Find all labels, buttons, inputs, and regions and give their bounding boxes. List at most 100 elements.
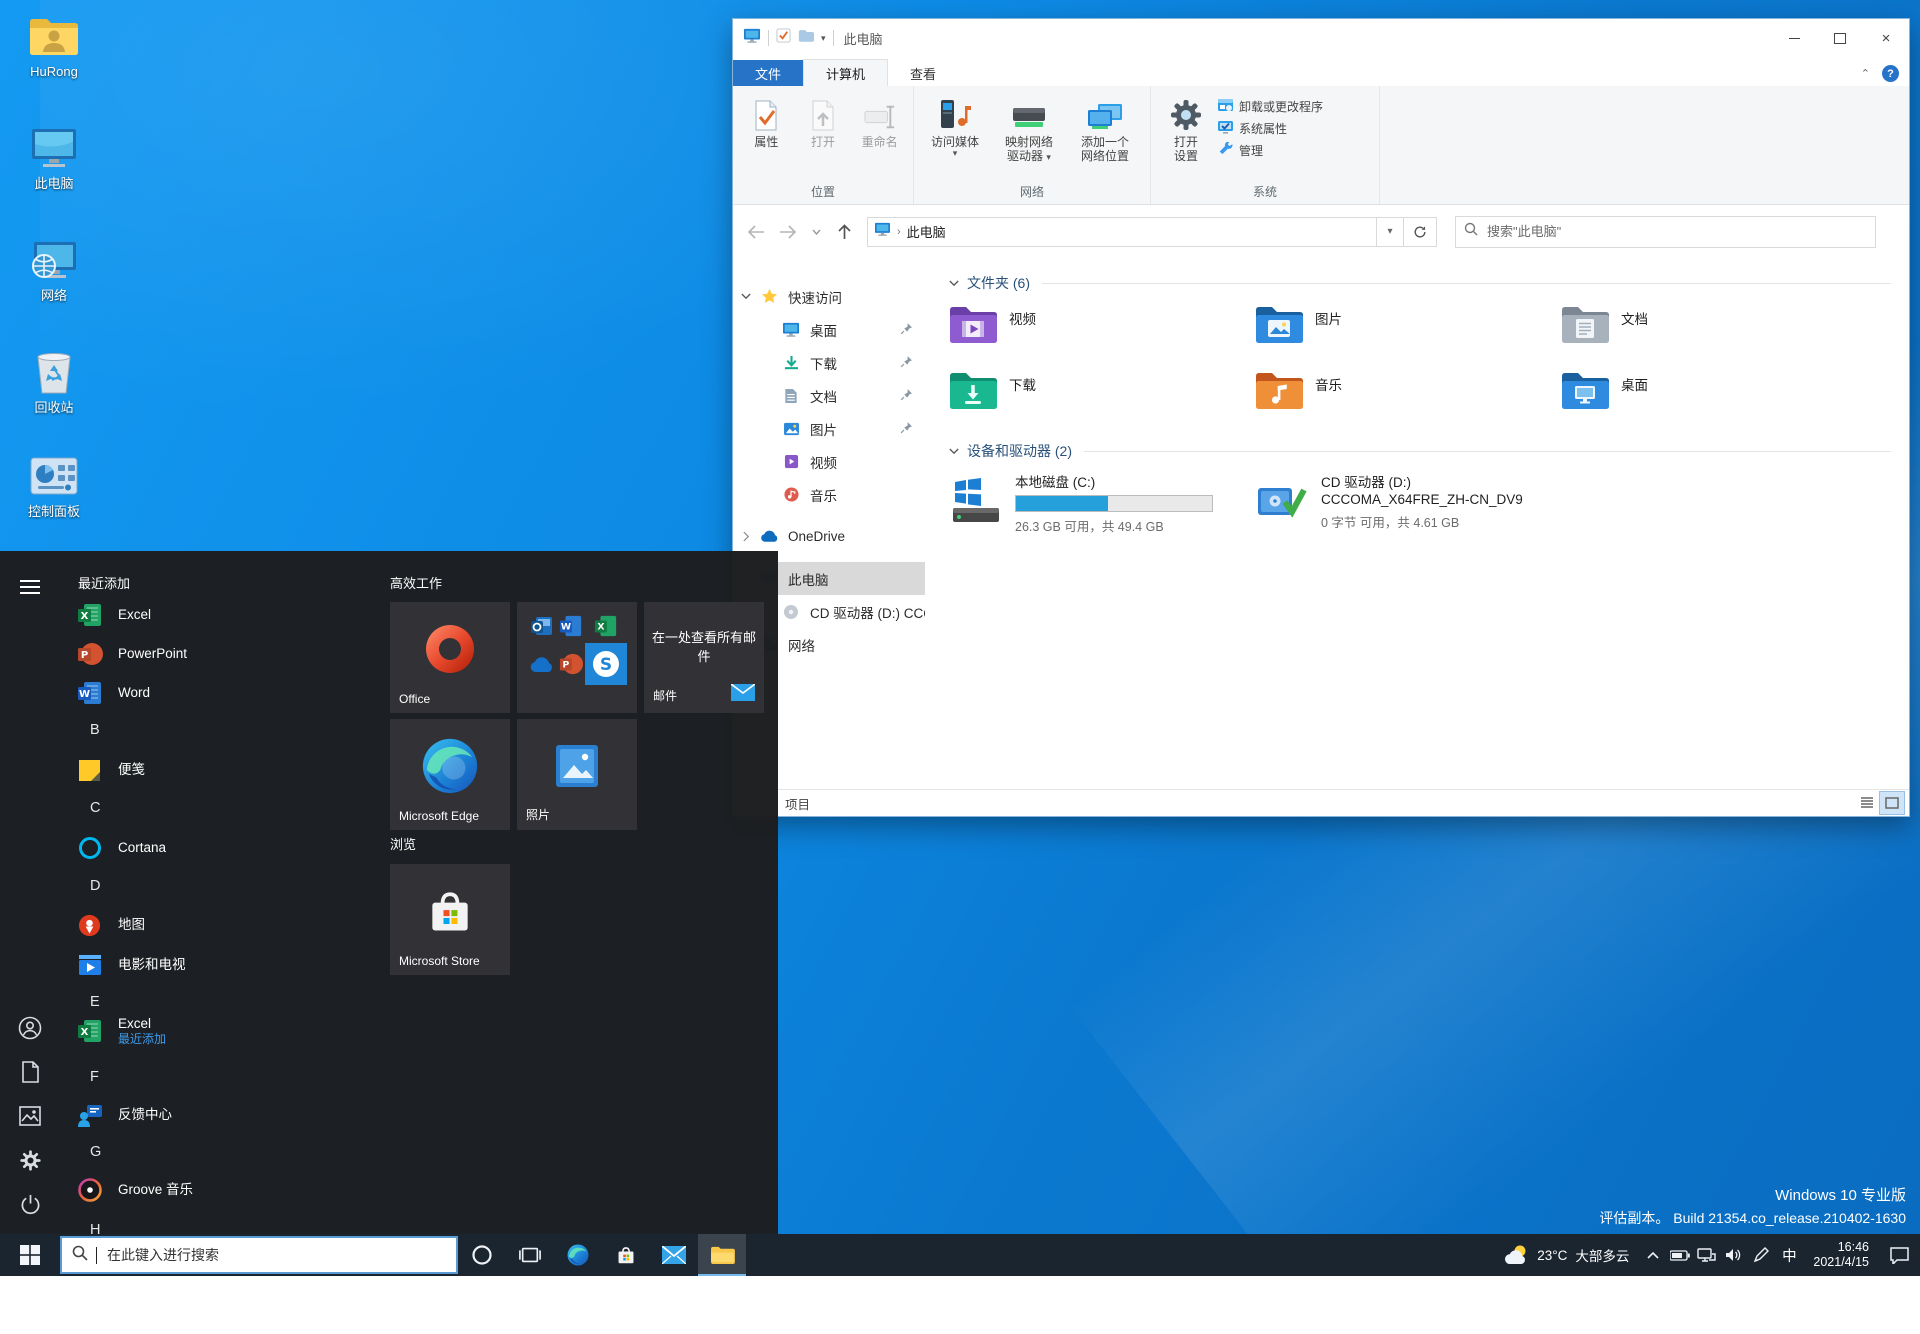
edge-tile[interactable]: Microsoft Edge [390, 719, 510, 830]
app-list-letter-C[interactable]: C [60, 793, 390, 823]
folder-item-videos[interactable]: 视频 [949, 304, 1255, 360]
sidebar-item-onedrive[interactable]: OneDrive [733, 520, 925, 553]
app-list-letter-H[interactable]: H [60, 1215, 390, 1234]
refresh-button[interactable] [1404, 216, 1437, 247]
forward-button[interactable] [775, 219, 801, 245]
sidebar-item-videos[interactable]: 视频 [733, 445, 925, 478]
breadcrumb-chevron-icon[interactable]: › [897, 226, 901, 238]
large-icons-view-button[interactable] [1879, 791, 1905, 815]
app-list-letter-B[interactable]: B [60, 715, 390, 745]
folder-item-desktop[interactable]: 桌面 [1561, 370, 1867, 426]
mail-tile[interactable]: 在一处查看所有邮件 邮件 [644, 602, 764, 713]
sidebar-item-music[interactable]: 音乐 [733, 478, 925, 511]
start-button[interactable] [0, 1234, 60, 1276]
drives-section-header[interactable]: 设备和驱动器 (2) [949, 438, 1899, 464]
volume-icon[interactable] [1720, 1234, 1747, 1276]
photos-tile[interactable]: 照片 [517, 719, 637, 830]
start-app-powerpoint[interactable]: P PowerPoint [60, 636, 390, 672]
taskbar-search-box[interactable] [60, 1236, 458, 1274]
task-view-button[interactable] [506, 1234, 554, 1276]
folder-item-pictures[interactable]: 图片 [1255, 304, 1561, 360]
mail-taskbar-icon[interactable] [650, 1234, 698, 1276]
desktop-icon-network[interactable]: 网络 [8, 236, 100, 303]
maximize-button[interactable] [1817, 19, 1863, 57]
store-tile[interactable]: Microsoft Store [390, 864, 510, 975]
store-taskbar-icon[interactable] [602, 1234, 650, 1276]
uninstall-programs-button[interactable]: 卸载或更改程序 [1217, 98, 1323, 115]
qat-customize-caret-icon[interactable]: ▾ [821, 34, 826, 43]
tab-computer[interactable]: 计算机 [803, 59, 889, 86]
address-dropdown-caret[interactable]: ▾ [1377, 216, 1404, 247]
recent-locations-caret[interactable] [807, 219, 825, 245]
properties-qat-icon[interactable] [776, 28, 791, 48]
cortana-button[interactable] [458, 1234, 506, 1276]
up-button[interactable] [831, 219, 857, 245]
start-app-moviestv[interactable]: 电影和电视 [60, 947, 390, 983]
desktop-icon-thispc[interactable]: 此电脑 [8, 124, 100, 191]
chevron-down-icon[interactable] [949, 280, 959, 287]
power-icon[interactable] [6, 1182, 54, 1226]
system-properties-button[interactable]: 系统属性 [1217, 120, 1323, 137]
battery-icon[interactable] [1666, 1234, 1693, 1276]
access-media-button[interactable]: 访问媒体 ▾ [920, 92, 990, 158]
properties-button[interactable]: 属性 [739, 92, 794, 149]
office-apps-tile[interactable]: W X P S [517, 602, 637, 713]
explorer-search-input[interactable] [1485, 223, 1867, 240]
edge-taskbar-icon[interactable] [554, 1234, 602, 1276]
map-network-drive-button[interactable]: 映射网络 驱动器 ▾ [992, 92, 1066, 163]
start-app-excel-recent[interactable]: X Excel 最近添加 [60, 1013, 390, 1049]
sidebar-item-desktop[interactable]: 桌面 [733, 313, 925, 346]
system-menu-icon[interactable] [743, 28, 761, 49]
desktop-icon-hurong[interactable]: HuRong [8, 12, 100, 79]
minimize-button[interactable] [1771, 19, 1817, 57]
folder-item-music[interactable]: 音乐 [1255, 370, 1561, 426]
back-button[interactable] [743, 219, 769, 245]
start-app-excel[interactable]: X Excel [60, 597, 390, 633]
clock[interactable]: 16:46 2021/4/15 [1804, 1240, 1878, 1270]
start-app-cortana[interactable]: Cortana [60, 830, 390, 866]
new-folder-qat-icon[interactable] [798, 29, 814, 47]
hidden-icons-chevron[interactable] [1639, 1234, 1666, 1276]
app-list-letter-F[interactable]: F [60, 1062, 390, 1092]
chevron-down-icon[interactable] [949, 448, 959, 455]
app-list-letter-D[interactable]: D [60, 871, 390, 901]
settings-gear-icon[interactable] [6, 1138, 54, 1182]
folder-item-documents[interactable]: 文档 [1561, 304, 1867, 360]
action-center-icon[interactable] [1878, 1234, 1920, 1276]
user-account-icon[interactable] [6, 1006, 54, 1050]
hamburger-menu-icon[interactable] [6, 565, 54, 609]
taskbar-search-input[interactable] [105, 1246, 446, 1264]
open-settings-button[interactable]: 打开 设置 [1157, 92, 1215, 163]
weather-widget[interactable]: 23°C 大部多云 [1494, 1243, 1639, 1268]
ime-indicator[interactable]: 中 [1774, 1234, 1804, 1276]
start-app-word[interactable]: W Word [60, 675, 390, 711]
desktop-icon-recycle[interactable]: 回收站 [8, 348, 100, 415]
open-button[interactable]: 打开 [796, 92, 851, 149]
chevron-down-icon[interactable] [733, 293, 759, 300]
start-app-maps[interactable]: 地图 [60, 907, 390, 943]
title-bar[interactable]: ▾ 此电脑 × [733, 19, 1909, 57]
tab-view[interactable]: 查看 [888, 60, 958, 86]
manage-button[interactable]: 管理 [1217, 141, 1323, 159]
drive-c-item[interactable]: 本地磁盘 (C:) 26.3 GB 可用，共 49.4 GB [949, 474, 1255, 535]
chevron-right-icon[interactable] [733, 531, 759, 542]
start-app-feedback[interactable]: 反馈中心 [60, 1097, 390, 1133]
sidebar-item-downloads[interactable]: 下载 [733, 346, 925, 379]
add-network-location-button[interactable]: 添加一个 网络位置 [1068, 92, 1142, 163]
explorer-search-box[interactable] [1455, 215, 1876, 248]
minimize-ribbon-icon[interactable]: ⌃ [1861, 67, 1870, 80]
rename-button[interactable]: 重命名 [852, 92, 907, 149]
close-button[interactable]: × [1863, 19, 1909, 57]
details-view-button[interactable] [1855, 791, 1879, 813]
desktop-icon-controlpanel[interactable]: 控制面板 [8, 452, 100, 519]
start-app-stickynotes[interactable]: 便笺 [60, 752, 390, 788]
sidebar-item-documents[interactable]: 文档 [733, 379, 925, 412]
drive-d-item[interactable]: CD 驱动器 (D:) CCCOMA_X64FRE_ZH-CN_DV9 0 字节… [1255, 474, 1561, 535]
pictures-icon[interactable] [6, 1094, 54, 1138]
documents-icon[interactable] [6, 1050, 54, 1094]
file-explorer-taskbar-icon[interactable] [698, 1234, 746, 1276]
pen-icon[interactable] [1747, 1234, 1774, 1276]
address-bar[interactable]: › 此电脑 [867, 216, 1377, 247]
app-list-letter-G[interactable]: G [60, 1137, 390, 1167]
network-icon[interactable] [1693, 1234, 1720, 1276]
